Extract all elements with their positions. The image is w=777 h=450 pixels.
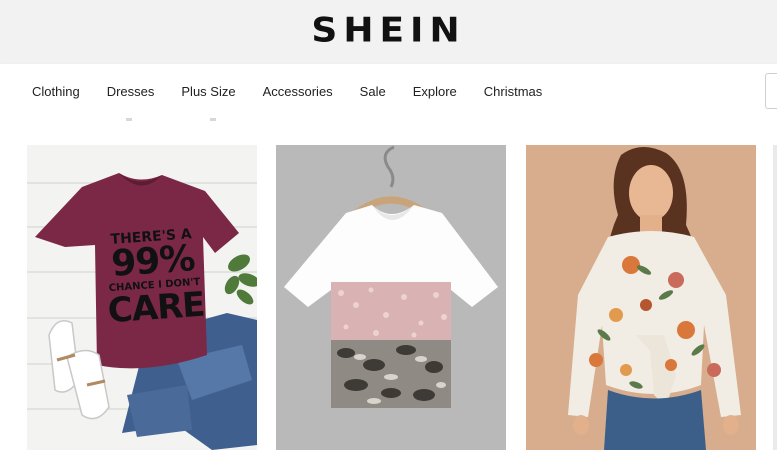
shein-logo[interactable]: SHEIN	[0, 0, 777, 60]
product-image-sequin-tee	[276, 145, 506, 450]
nav-list: Clothing Dresses Plus Size Accessories S…	[32, 64, 569, 118]
nav-item-clothing[interactable]: Clothing	[32, 84, 80, 99]
site-header: SHEIN	[0, 0, 777, 64]
subnav-fade	[0, 118, 777, 130]
nav-item-explore[interactable]: Explore	[413, 84, 457, 99]
search-input[interactable]	[765, 73, 777, 109]
nav-item-dresses[interactable]: Dresses	[107, 84, 155, 99]
nav-item-christmas[interactable]: Christmas	[484, 84, 543, 99]
product-image-floral-blouse	[526, 145, 756, 450]
product-card-partial[interactable]	[773, 145, 777, 450]
product-grid: THERE'S A 99% CHANCE I DON'T CARE	[0, 145, 777, 450]
tee-print-text: THERE'S A 99% CHANCE I DON'T CARE	[106, 226, 206, 332]
logo-text: SHEIN	[311, 10, 466, 50]
product-card-floral-blouse[interactable]	[526, 145, 756, 450]
nav-item-plus-size[interactable]: Plus Size	[181, 84, 235, 99]
nav-item-sale[interactable]: Sale	[360, 84, 386, 99]
nav-item-accessories[interactable]: Accessories	[263, 84, 333, 99]
product-card-sequin-tee[interactable]	[276, 145, 506, 450]
product-card-graphic-tee[interactable]: THERE'S A 99% CHANCE I DON'T CARE	[27, 145, 257, 450]
category-nav: Clothing Dresses Plus Size Accessories S…	[0, 64, 777, 118]
